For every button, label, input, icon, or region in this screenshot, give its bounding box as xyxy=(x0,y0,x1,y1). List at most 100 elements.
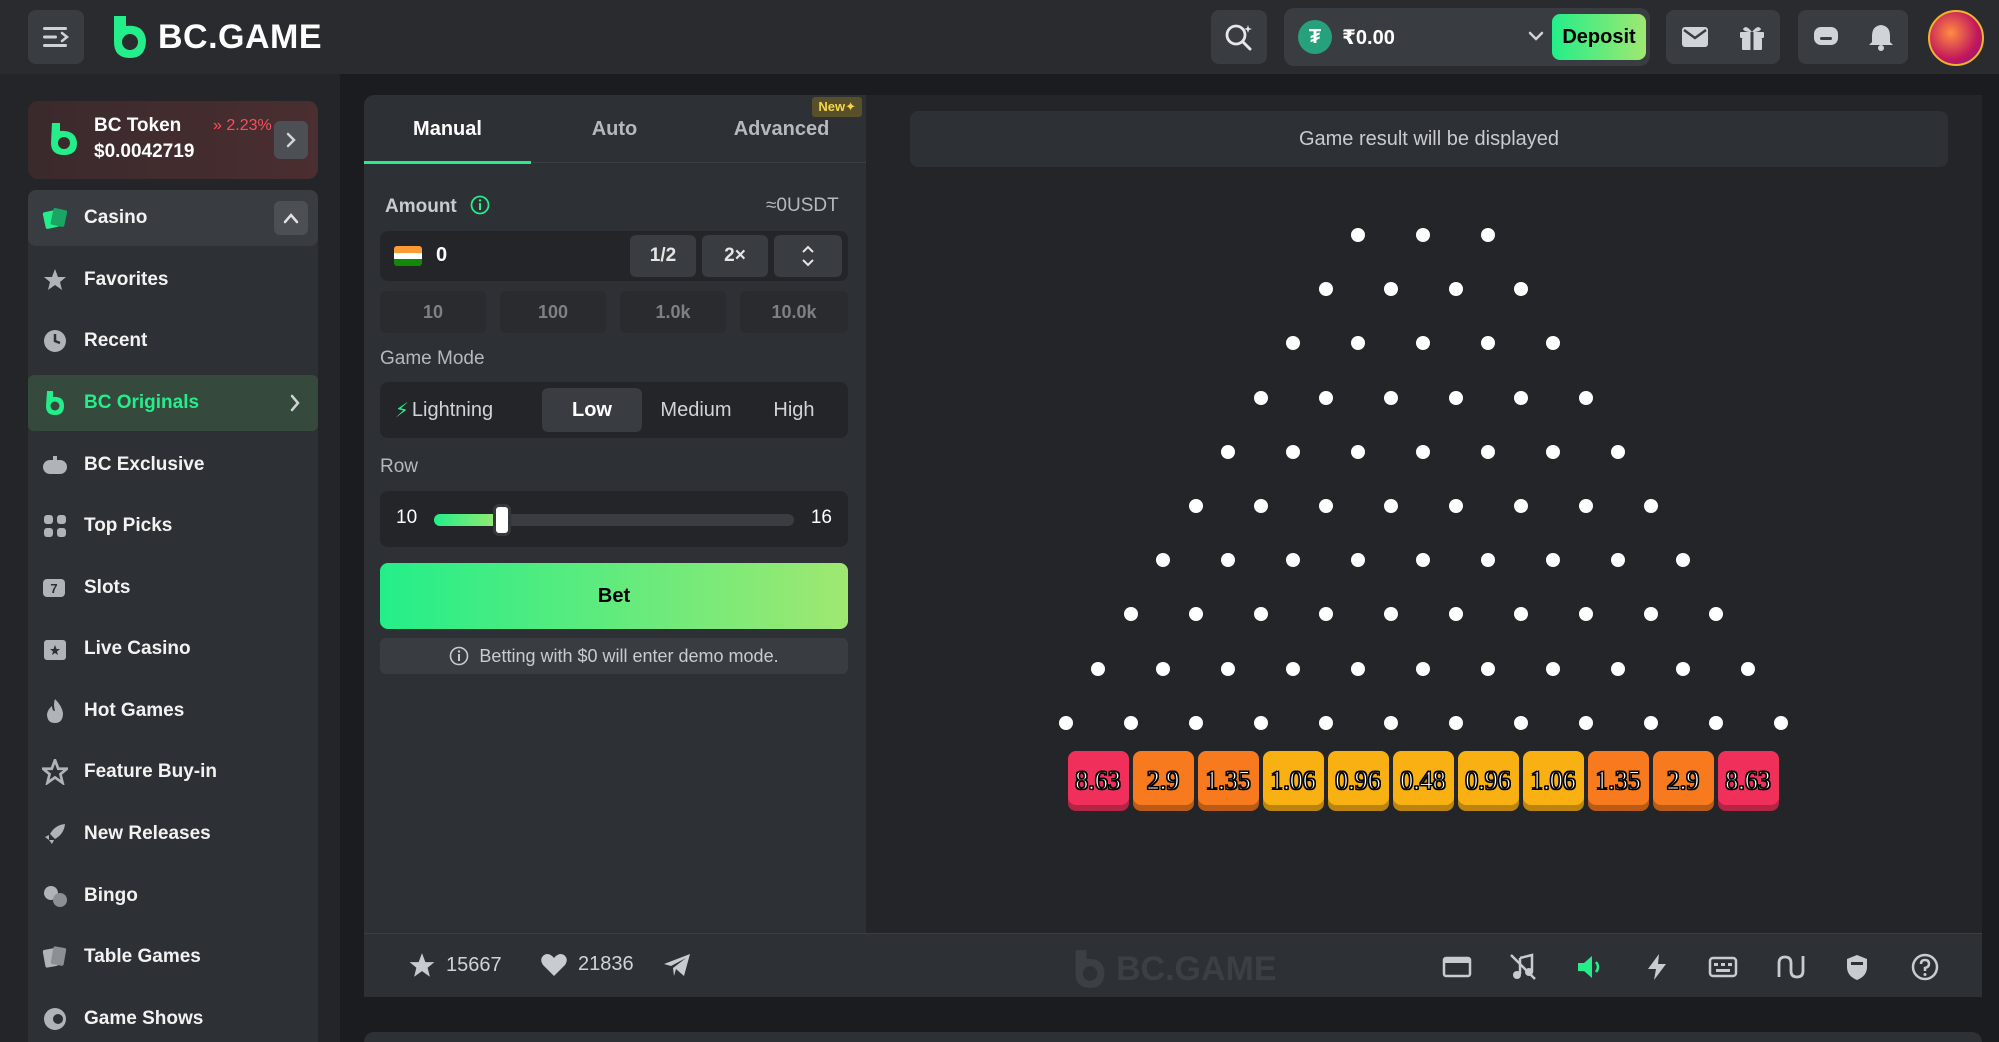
quick-amount-10[interactable]: 10 xyxy=(380,291,486,333)
sidebar-item-live-casino[interactable]: Live Casino xyxy=(28,621,318,677)
wallet-selector[interactable]: ₮ ₹0.00 Deposit xyxy=(1284,8,1650,66)
tab-manual[interactable]: Manual xyxy=(364,95,531,163)
chevron-down-icon[interactable] xyxy=(1526,26,1546,46)
multiplier-bucket[interactable]: 0.96 xyxy=(1457,750,1519,811)
multiplier-bucket[interactable]: 1.35 xyxy=(1587,750,1649,811)
favorites-stat[interactable]: 15667 xyxy=(408,952,502,979)
double-amount-button[interactable]: 2× xyxy=(702,235,768,277)
plinko-peg xyxy=(1416,336,1430,351)
multiplier-bucket[interactable]: 1.06 xyxy=(1262,750,1324,811)
plinko-peg xyxy=(1156,661,1170,676)
sidebar-item-feature-buy-in[interactable]: Feature Buy-in xyxy=(28,744,318,800)
sidebar-item-bc-exclusive[interactable]: BC Exclusive xyxy=(28,437,318,493)
bet-panel: Manual Auto Advanced New✦ Amount ≈0USDT … xyxy=(364,95,866,933)
bc-token-icon xyxy=(51,123,77,155)
user-avatar[interactable] xyxy=(1928,10,1984,66)
logo-text: BC.GAME xyxy=(158,17,323,56)
plinko-peg xyxy=(1091,661,1105,676)
plinko-peg xyxy=(1448,715,1463,730)
search-button[interactable] xyxy=(1211,10,1267,64)
token-details-button[interactable] xyxy=(274,121,308,159)
plinko-peg xyxy=(1611,553,1625,568)
amount-input[interactable]: 0 1/2 2× xyxy=(380,231,848,281)
slots-icon: 7 xyxy=(42,575,68,601)
sidebar-item-new-releases[interactable]: New Releases xyxy=(28,806,318,862)
amount-stepper[interactable] xyxy=(774,235,842,277)
game-footer-bar: 15667 21836 BC.GAME xyxy=(364,933,1982,997)
send-icon xyxy=(664,954,690,976)
plinko-peg xyxy=(1188,715,1203,730)
casino-collapse-button[interactable] xyxy=(274,201,308,235)
menu-toggle-button[interactable] xyxy=(28,10,84,64)
mode-high[interactable]: High xyxy=(746,388,842,432)
chat-icon[interactable] xyxy=(1812,24,1840,50)
bc-game-logo[interactable]: BC.GAME xyxy=(110,14,322,60)
share-button[interactable] xyxy=(662,952,692,978)
quick-amount-100[interactable]: 100 xyxy=(500,291,606,333)
plinko-peg xyxy=(1578,607,1593,622)
sidebar-item-hot-games[interactable]: Hot Games xyxy=(28,683,318,739)
multiplier-bucket[interactable]: 2.9 xyxy=(1132,750,1194,811)
plinko-peg xyxy=(1481,553,1495,568)
row-slider-thumb[interactable] xyxy=(493,504,512,536)
mode-lightning[interactable]: ⚡ Lightning xyxy=(386,388,502,432)
chevron-down-icon[interactable] xyxy=(801,258,815,267)
plinko-peg xyxy=(1513,715,1528,730)
sidebar-item-bc-originals[interactable]: BC Originals xyxy=(28,375,318,431)
plinko-peg xyxy=(1383,282,1398,297)
sidebar-item-slots[interactable]: 7 Slots xyxy=(28,560,318,616)
sidebar-item-favorites[interactable]: Favorites xyxy=(28,252,318,308)
sidebar-item-game-shows[interactable]: Game Shows xyxy=(28,991,318,1042)
multiplier-bucket[interactable]: 0.48 xyxy=(1392,750,1454,811)
row-min-value: 10 xyxy=(396,507,418,528)
multiplier-bucket[interactable]: 2.9 xyxy=(1652,750,1714,811)
likes-stat[interactable]: 21836 xyxy=(540,952,634,977)
music-toggle-button[interactable] xyxy=(1508,952,1538,982)
tab-auto[interactable]: Auto xyxy=(531,95,698,163)
plinko-peg xyxy=(1416,661,1430,676)
plinko-peg xyxy=(1253,715,1268,730)
multiplier-bucket[interactable]: 8.63 xyxy=(1717,750,1779,811)
mail-icon[interactable] xyxy=(1681,25,1709,49)
sidebar-item-top-picks[interactable]: Top Picks xyxy=(28,498,318,554)
hotkeys-button[interactable] xyxy=(1708,952,1738,982)
stats-button[interactable] xyxy=(1776,952,1806,982)
deposit-button[interactable]: Deposit xyxy=(1552,14,1646,60)
chevron-up-icon[interactable] xyxy=(801,245,815,254)
fairness-button[interactable] xyxy=(1842,952,1872,982)
plinko-peg xyxy=(1318,499,1333,513)
bell-icon[interactable] xyxy=(1868,23,1894,51)
multiplier-bucket[interactable]: 8.63 xyxy=(1067,750,1129,811)
half-amount-button[interactable]: 1/2 xyxy=(630,235,696,277)
sparkle-icon: ✦ xyxy=(845,99,856,114)
multiplier-bucket[interactable]: 0.96 xyxy=(1327,750,1389,811)
quick-amount-1k[interactable]: 1.0k xyxy=(620,291,726,333)
multiplier-bucket[interactable]: 1.35 xyxy=(1197,750,1259,811)
help-button[interactable] xyxy=(1910,952,1940,982)
bc-game-watermark: BC.GAME xyxy=(1072,948,1277,990)
sidebar-item-bingo[interactable]: Bingo xyxy=(28,868,318,924)
bet-button[interactable]: Bet xyxy=(380,563,848,629)
sidebar-item-recent[interactable]: Recent xyxy=(28,313,318,369)
plinko-peg xyxy=(1383,499,1398,513)
bc-token-card[interactable]: BC Token » 2.23% $0.0042719 xyxy=(28,101,318,179)
amount-value: 0 xyxy=(436,244,448,266)
plinko-peg xyxy=(1253,390,1268,405)
multiplier-bucket[interactable]: 1.06 xyxy=(1522,750,1584,811)
sound-toggle-button[interactable] xyxy=(1576,952,1606,982)
info-icon[interactable] xyxy=(470,195,490,215)
row-slider[interactable] xyxy=(434,504,794,536)
sidebar-item-casino[interactable]: Casino xyxy=(28,190,318,246)
mode-medium[interactable]: Medium xyxy=(646,388,746,432)
gift-icon[interactable] xyxy=(1738,23,1766,51)
live-casino-icon xyxy=(42,636,68,662)
game-mode-label: Game Mode xyxy=(380,348,485,369)
theater-mode-button[interactable] xyxy=(1442,952,1472,982)
mode-low[interactable]: Low xyxy=(542,388,642,432)
sidebar-item-table-games[interactable]: Table Games xyxy=(28,929,318,985)
quick-amount-10k[interactable]: 10.0k xyxy=(740,291,848,333)
turbo-button[interactable] xyxy=(1642,952,1672,982)
plinko-peg xyxy=(1611,444,1625,459)
lightning-icon: ⚡ xyxy=(394,399,409,422)
plinko-peg xyxy=(1448,499,1463,513)
